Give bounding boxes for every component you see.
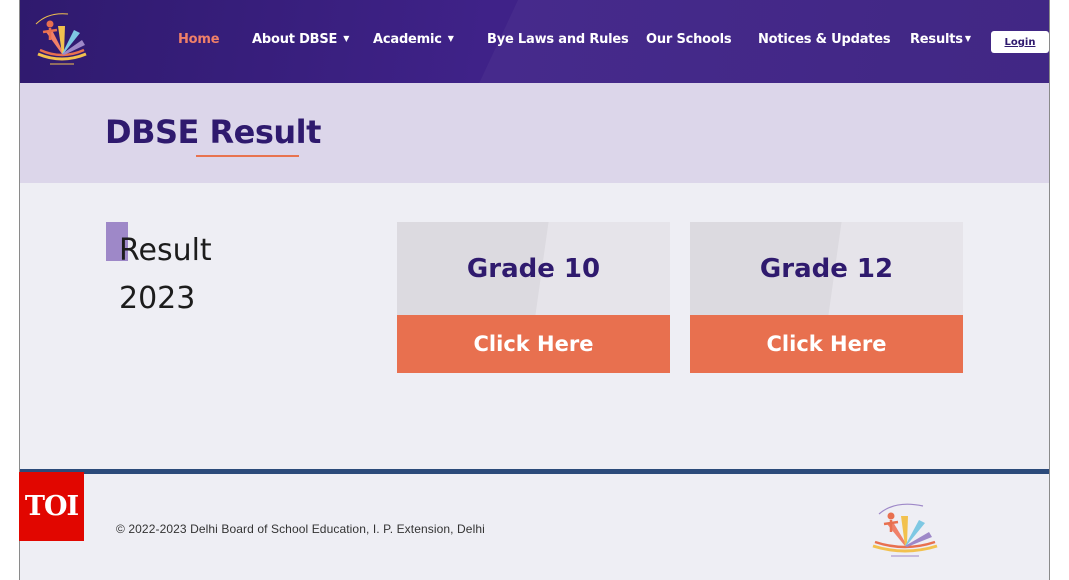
title-band: DBSE Result (20, 83, 1049, 183)
result-year-label: Result 2023 (119, 227, 212, 323)
main-content: Result 2023 Grade 10 Click Here Grade 12… (20, 183, 1049, 469)
nav-our-schools[interactable]: Our Schools (646, 32, 732, 52)
nav-about-dbse[interactable]: About DBSE ▼ (252, 32, 349, 52)
grade-10-title: Grade 10 (466, 253, 601, 284)
grade-12-title: Grade 12 (759, 253, 894, 284)
page-title: DBSE Result (105, 113, 321, 151)
toi-watermark: TOI (19, 472, 84, 541)
caret-down-icon: ▼ (447, 34, 454, 43)
result-label-line2: 2023 (119, 281, 196, 316)
nav-academic-label: Academic (373, 32, 442, 47)
nav-about-dbse-label: About DBSE (252, 32, 338, 47)
site-footer: © 2022-2023 Delhi Board of School Educat… (20, 474, 1049, 580)
nav-home-label: Home (178, 32, 220, 47)
nav-home[interactable]: Home (178, 32, 220, 52)
page-frame: Home About DBSE ▼ Academic ▼ Bye Laws and … (19, 0, 1050, 580)
grade-12-card[interactable]: Grade 12 Click Here (690, 222, 963, 373)
caret-down-icon: ▼ (343, 34, 350, 43)
nav-results-label: Results (910, 32, 963, 47)
login-button[interactable]: Login (991, 31, 1049, 53)
nav-our-schools-label: Our Schools (646, 32, 732, 47)
copyright-text: © 2022-2023 Delhi Board of School Educat… (116, 522, 485, 536)
nav-bye-laws[interactable]: Bye Laws and Rules (487, 32, 629, 52)
footer-dbse-logo-icon[interactable] (865, 496, 945, 562)
grade-12-card-top: Grade 12 (690, 222, 963, 315)
nav-results[interactable]: Results ▼ (910, 32, 971, 52)
grade-12-click-here-button[interactable]: Click Here (690, 315, 963, 373)
dbse-logo-icon[interactable] (28, 10, 96, 72)
grade-10-click-here-button[interactable]: Click Here (397, 315, 670, 373)
nav-notices[interactable]: Notices & Updates (758, 32, 891, 52)
result-label-line1: Result (119, 233, 212, 268)
grade-10-card-top: Grade 10 (397, 222, 670, 315)
title-underline (196, 155, 299, 157)
nav-bye-laws-label: Bye Laws and Rules (487, 32, 629, 47)
grade-10-card[interactable]: Grade 10 Click Here (397, 222, 670, 373)
caret-down-icon: ▼ (964, 34, 971, 43)
nav-academic[interactable]: Academic ▼ (373, 32, 454, 52)
site-header: Home About DBSE ▼ Academic ▼ Bye Laws and … (20, 0, 1049, 83)
nav-notices-label: Notices & Updates (758, 32, 891, 47)
